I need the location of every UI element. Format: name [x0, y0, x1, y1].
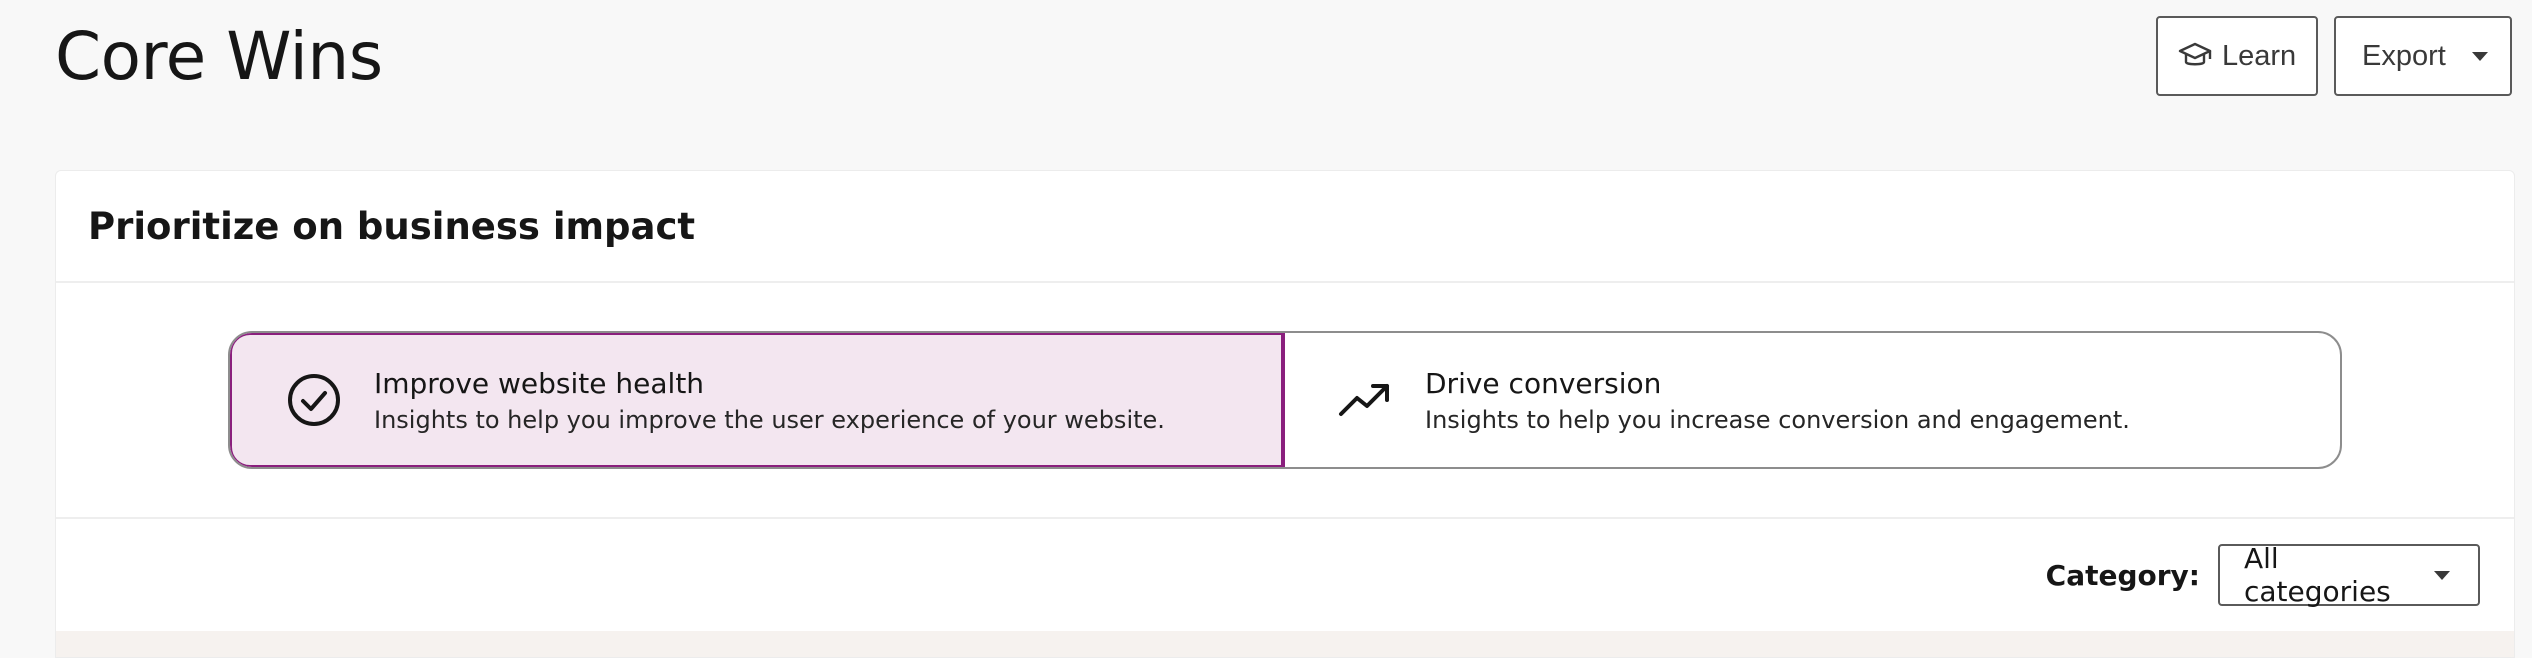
learn-button[interactable]: Learn [2156, 16, 2318, 96]
page: Core Wins Learn Export Prioritize on bus… [0, 0, 2532, 658]
header-actions: Learn Export [2156, 16, 2512, 96]
goal-text: Drive conversion Insights to help you in… [1425, 367, 2130, 434]
goal-title: Drive conversion [1425, 366, 1662, 400]
page-title: Core Wins [55, 18, 383, 95]
export-label: Export [2362, 39, 2446, 72]
business-impact-card: Prioritize on business impact Improve we… [55, 170, 2515, 658]
card-header: Prioritize on business impact [56, 171, 2514, 283]
goal-text: Improve website health Insights to help … [374, 367, 1165, 434]
goal-description: Insights to help you increase conversion… [1425, 405, 2130, 434]
graduation-cap-icon [2178, 41, 2212, 71]
goal-toggle: Improve website health Insights to help … [228, 331, 2342, 469]
category-label: Category: [2045, 558, 2200, 592]
goal-option-drive-conversion[interactable]: Drive conversion Insights to help you in… [1285, 333, 2340, 467]
caret-down-icon [2434, 570, 2450, 580]
goal-title: Improve website health [374, 366, 705, 400]
trending-up-icon [1337, 372, 1393, 428]
category-filter-row: Category: All categories [56, 519, 2514, 631]
goal-section: Improve website health Insights to help … [56, 283, 2514, 519]
category-select[interactable]: All categories [2218, 542, 2480, 608]
goal-option-website-health[interactable]: Improve website health Insights to help … [230, 333, 1285, 467]
goal-description: Insights to help you improve the user ex… [374, 405, 1165, 434]
check-circle-icon [286, 372, 342, 428]
caret-down-icon [2471, 51, 2488, 61]
learn-label: Learn [2222, 39, 2297, 72]
category-select-value: All categories [2244, 542, 2391, 608]
export-button[interactable]: Export [2334, 16, 2512, 96]
card-title: Prioritize on business impact [88, 204, 696, 248]
content-area-edge [56, 631, 2514, 657]
